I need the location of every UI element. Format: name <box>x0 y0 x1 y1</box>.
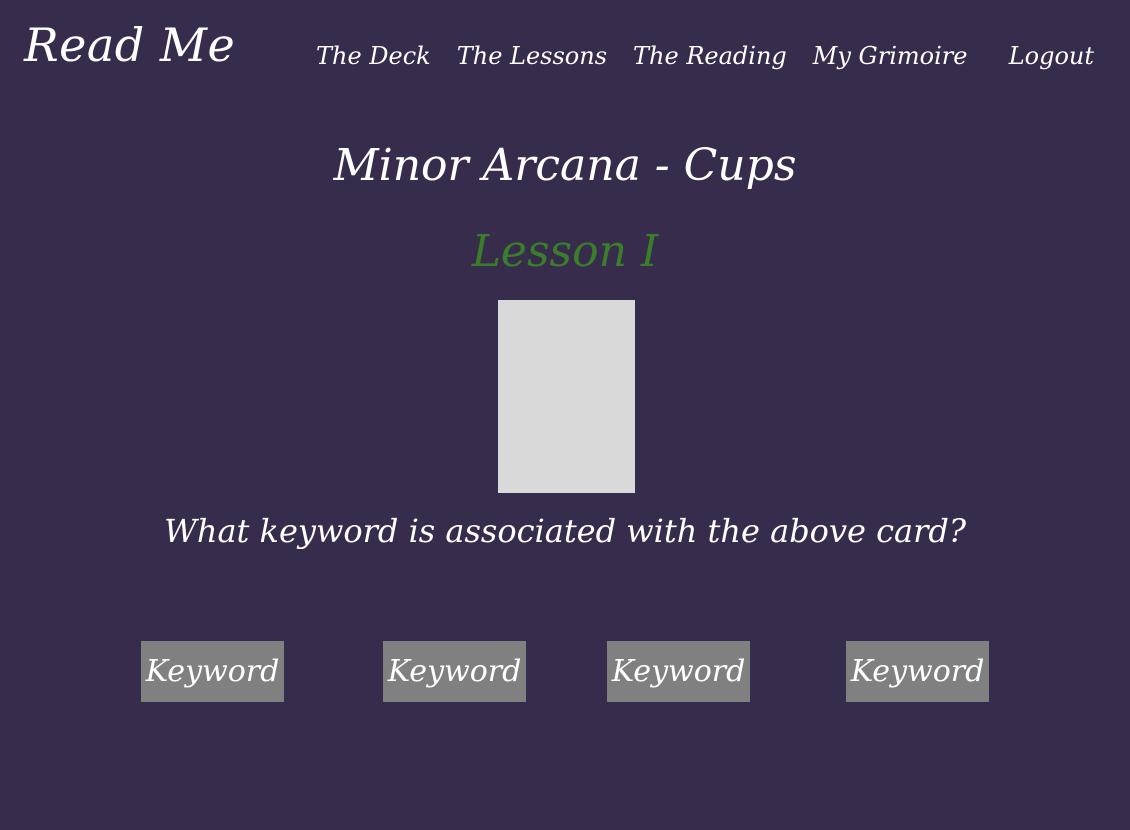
quiz-question: What keyword is associated with the abov… <box>163 512 967 550</box>
site-logo[interactable]: Read Me <box>24 22 235 68</box>
page-title: Minor Arcana - Cups <box>333 140 797 191</box>
nav-link-my-grimoire[interactable]: My Grimoire <box>813 44 968 68</box>
answer-button-4[interactable]: Keyword <box>846 641 989 702</box>
tarot-card-image-placeholder <box>498 300 635 493</box>
answer-button-3[interactable]: Keyword <box>607 641 750 702</box>
nav-link-the-lessons[interactable]: The Lessons <box>457 44 607 68</box>
logout-link[interactable]: Logout <box>1009 44 1094 68</box>
nav-link-the-deck[interactable]: The Deck <box>316 44 431 68</box>
nav-link-the-reading[interactable]: The Reading <box>633 44 787 68</box>
answer-button-2[interactable]: Keyword <box>383 641 526 702</box>
main-nav: The Deck The Lessons The Reading My Grim… <box>316 44 967 68</box>
lesson-title: Lesson I <box>471 226 659 277</box>
answer-button-1[interactable]: Keyword <box>141 641 284 702</box>
